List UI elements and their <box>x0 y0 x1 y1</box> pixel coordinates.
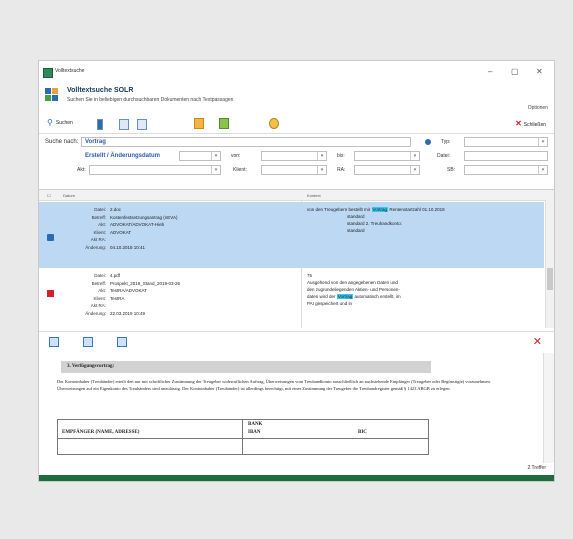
split-left-icon[interactable] <box>49 337 59 347</box>
app-icon <box>43 68 53 78</box>
file-input[interactable] <box>464 151 548 161</box>
to-date-input[interactable]: ▾ <box>354 151 420 161</box>
maximize-button[interactable]: ▢ <box>511 67 519 76</box>
from-date-input[interactable]: ▾ <box>261 151 327 161</box>
preview-toolbar: ✕ <box>39 331 554 352</box>
type-select[interactable]: ▾ <box>464 137 548 147</box>
from-label: von: <box>231 153 241 159</box>
table-col-iban: IBAN <box>248 430 261 435</box>
pdf-icon <box>47 290 54 297</box>
role-select[interactable]: ▾ <box>89 165 221 175</box>
preview-pane-icon[interactable] <box>137 119 147 130</box>
word-doc-icon <box>47 234 54 241</box>
role-label: Akt: <box>77 167 86 173</box>
export-icon[interactable] <box>219 118 229 129</box>
close-window-button[interactable]: ✕ <box>536 67 543 76</box>
table-row[interactable]: Datei: 2.doc Betreff: Kostenfestsetzungsan… <box>39 202 544 268</box>
folder-icon[interactable] <box>194 118 204 129</box>
table-row[interactable]: Datei: 4.pdf Betreff: Prospekt_2019_Stand_… <box>39 270 544 326</box>
sort-icon[interactable]: ☐ <box>47 193 51 198</box>
col-context[interactable]: Kontext <box>307 193 321 198</box>
close-preview-button[interactable]: ✕ <box>533 335 542 348</box>
sb-label: SB: <box>447 167 456 173</box>
search-form: Suche nach: Vortrag Typ: ▾ Erstellt / Än… <box>39 137 554 189</box>
table-col-bic: BIC <box>358 430 367 435</box>
close-button[interactable]: ✕ Schließen <box>515 119 546 128</box>
preview-body: Der Kontoinhaber (Treuhänder) erteilt de… <box>57 379 491 391</box>
minimize-button[interactable]: – <box>488 67 492 76</box>
hit-count: 2 Treffer <box>527 465 546 471</box>
search-value: Vortrag <box>85 139 106 145</box>
document-preview: 3. Verfügungsvortrag: Der Kontoinhaber (… <box>39 353 544 463</box>
options-link[interactable]: Optionen <box>528 105 548 111</box>
preview-section-title: 3. Verfügungsvortrag: <box>61 361 431 373</box>
date-select-value[interactable]: Erstellt / Änderungsdatum <box>85 153 160 159</box>
table-header: ☐ Datum Kontext <box>39 190 554 201</box>
search-documents-icon <box>45 88 59 102</box>
search-button[interactable]: ⚲ Suchen <box>47 118 73 127</box>
preview-scrollbar[interactable] <box>543 353 554 463</box>
ra-select[interactable]: ▾ <box>354 165 420 175</box>
scroll-thumb[interactable] <box>547 268 553 290</box>
date-select[interactable]: ▾ <box>179 151 221 161</box>
search-button-label: Suchen <box>55 119 73 126</box>
ra-label: RA: <box>337 167 346 173</box>
header-title: Volltextsuche SOLR <box>67 87 134 94</box>
split-bottom-icon[interactable] <box>83 337 93 347</box>
row-snippet: von den Treugebern bestellt mir Vortrag … <box>307 207 445 233</box>
col-date[interactable]: Datum <box>63 193 75 198</box>
magnifier-icon: ⚲ <box>47 118 53 127</box>
client-select[interactable]: ▾ <box>261 165 327 175</box>
column-icon[interactable] <box>97 119 103 130</box>
type-label: Typ: <box>441 139 451 145</box>
window-title: Volltextsuche <box>55 68 85 74</box>
row-snippet: 75 Ausgehend von den angegebenen Daten u… <box>307 273 401 306</box>
toolbar: ⚲ Suchen ✕ Schließen <box>39 115 554 134</box>
split-right-icon[interactable] <box>117 337 127 347</box>
table-col-recipient: EMPFÄNGER (NAME, ADRESSE) <box>62 430 140 435</box>
header: Volltextsuche SOLR Suchen Sie in beliebi… <box>39 83 554 111</box>
highlight: Vortrag <box>371 207 389 212</box>
info-icon[interactable] <box>425 139 431 145</box>
sb-select[interactable]: ▾ <box>464 165 548 175</box>
results-table: ☐ Datum Kontext Datei: 2.doc Betreff: Kost… <box>39 189 554 328</box>
client-label: Klient: <box>233 167 247 173</box>
table-col-bank: BANK <box>248 422 263 427</box>
app-window: Volltextsuche – ▢ ✕ Volltextsuche SOLR S… <box>38 60 555 482</box>
preview-table: EMPFÄNGER (NAME, ADRESSE) BANK IBAN BIC <box>57 419 429 455</box>
status-bar <box>39 475 554 481</box>
document-list-icon[interactable] <box>119 119 129 130</box>
highlight: Vortrag <box>336 294 354 299</box>
to-label: bis: <box>337 153 345 159</box>
results-scrollbar[interactable] <box>545 200 554 328</box>
title-bar: Volltextsuche – ▢ ✕ <box>39 61 554 83</box>
search-input[interactable]: Vortrag <box>81 137 411 147</box>
file-label: Datei: <box>437 153 451 159</box>
header-subtitle: Suchen Sie in beliebigen durchsuchbaren … <box>67 97 234 103</box>
search-label: Suche nach: <box>45 139 79 145</box>
row-fields: Datei: 2.doc Betreff: Kostenfestsetzungsan… <box>85 207 178 250</box>
settings-icon[interactable] <box>269 118 279 129</box>
row-fields: Datei: 4.pdf Betreff: Prospekt_2019_Stand_… <box>85 273 181 316</box>
